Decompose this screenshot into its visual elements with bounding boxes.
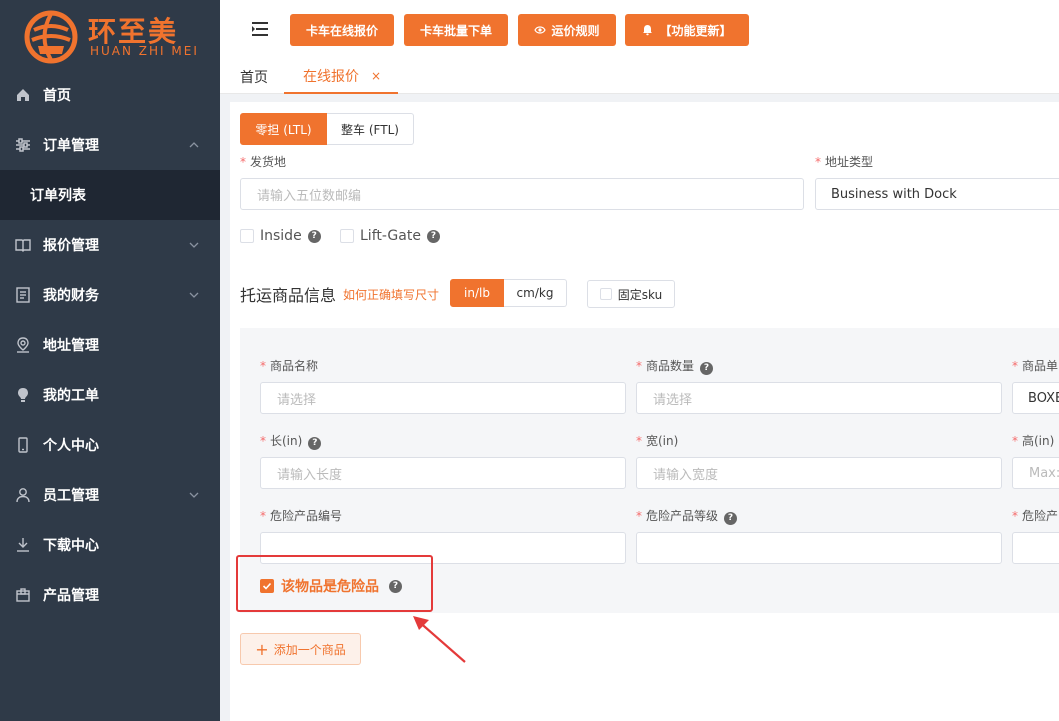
chevron-down-icon (189, 292, 199, 298)
goods-section-title: 托运商品信息 (240, 286, 337, 305)
goods-qty-label: * 商品数量? (636, 357, 714, 375)
sidebar-menu: 首页 订单管理 订单列表 报价管理 我的财务 地址管理 我的工单 个人中心 员工… (0, 70, 220, 620)
inside-checkbox[interactable]: Inside ? (240, 228, 321, 244)
goods-name-label: * 商品名称 (260, 359, 319, 373)
sidebar-item-label: 个人中心 (43, 438, 99, 454)
logo: 环至美 HUAN ZHI MEI (0, 0, 220, 70)
tab-home[interactable]: 首页 (240, 60, 268, 94)
user-icon (14, 486, 32, 504)
size-help-link[interactable]: 如何正确填写尺寸 (343, 286, 439, 303)
download-icon (14, 536, 32, 554)
quote-form: 零担 (LTL) 整车 (FTL) * 发货地 请输入五位数邮编 * 地址类型 Bu… (230, 102, 1059, 721)
sidebar-item-home[interactable]: 首页 (0, 70, 220, 120)
sidebar-item-products[interactable]: 产品管理 (0, 570, 220, 620)
fixed-sku-checkbox[interactable]: 固定sku (587, 280, 675, 308)
menu-toggle-icon[interactable] (252, 22, 268, 36)
sidebar: 环至美 HUAN ZHI MEI 首页 订单管理 订单列表 报价管理 我的财务 … (0, 0, 220, 721)
sidebar-item-label: 订单管理 (43, 138, 99, 154)
sidebar-item-staff[interactable]: 员工管理 (0, 470, 220, 520)
is-dangerous-checkbox[interactable]: 该物品是危险品 ? (260, 576, 402, 596)
sidebar-item-label: 地址管理 (43, 338, 99, 354)
address-type-label: * 地址类型 (815, 155, 874, 169)
unit-toggle: in/lb cm/kg (450, 279, 567, 307)
sidebar-item-label: 报价管理 (43, 238, 99, 254)
sidebar-item-label: 我的财务 (43, 288, 99, 304)
help-icon: ? (700, 361, 714, 375)
sidebar-item-label: 产品管理 (43, 588, 99, 604)
sidebar-item-finance[interactable]: 我的财务 (0, 270, 220, 320)
truck-online-quote-button[interactable]: 卡车在线报价 (290, 14, 394, 46)
phone-icon (14, 436, 32, 454)
goods-unit-label: * 商品单 (1012, 359, 1059, 373)
width-label: * 宽(in) (636, 434, 679, 448)
feature-update-button[interactable]: 【功能更新】 (625, 14, 749, 46)
chevron-up-icon (189, 142, 199, 148)
help-icon: ? (307, 229, 321, 243)
unit-in-lb-button[interactable]: in/lb (450, 279, 504, 307)
sliders-icon (14, 136, 32, 154)
eye-icon (534, 26, 547, 34)
bell-icon (643, 25, 653, 36)
close-icon[interactable]: × (371, 69, 381, 83)
page-tabs: 首页 在线报价 × (220, 60, 1059, 94)
chevron-down-icon (189, 242, 199, 248)
danger-code-label: * 危险产品编号 (260, 509, 343, 523)
danger-level-label: * 危险产品等级? (636, 507, 738, 525)
chevron-down-icon (189, 492, 199, 498)
freight-rules-button[interactable]: 运价规则 (518, 14, 616, 46)
arrow-annotation-icon (413, 616, 466, 663)
sidebar-item-profile[interactable]: 个人中心 (0, 420, 220, 470)
sidebar-item-label: 员工管理 (43, 488, 99, 504)
help-icon: ? (389, 579, 402, 593)
goods-qty-select[interactable]: 请选择 (636, 382, 1002, 414)
bulb-icon (14, 386, 32, 404)
liftgate-checkbox[interactable]: Lift-Gate ? (340, 228, 440, 244)
sidebar-item-orders[interactable]: 订单管理 (0, 120, 220, 170)
sidebar-item-label: 首页 (43, 88, 71, 104)
sidebar-item-downloads[interactable]: 下载中心 (0, 520, 220, 570)
globe-logo-icon (24, 10, 78, 64)
origin-zip-input[interactable]: 请输入五位数邮编 (240, 178, 804, 210)
goods-name-select[interactable]: 请选择 (260, 382, 626, 414)
address-type-select[interactable]: Business with Dock (815, 178, 1059, 210)
sidebar-item-label: 我的工单 (43, 388, 99, 404)
sidebar-item-quotes[interactable]: 报价管理 (0, 220, 220, 270)
unit-cm-kg-button[interactable]: cm/kg (504, 279, 567, 307)
width-input[interactable]: 请输入宽度 (636, 457, 1002, 489)
help-icon: ? (724, 511, 738, 525)
sidebar-item-label: 下载中心 (43, 538, 99, 554)
sidebar-item-address[interactable]: 地址管理 (0, 320, 220, 370)
add-item-button[interactable]: + 添加一个商品 (240, 633, 361, 665)
plus-icon: + (255, 639, 269, 659)
length-label: * 长(in)? (260, 432, 322, 450)
goods-unit-select[interactable]: BOXE (1012, 382, 1059, 414)
danger-other-input[interactable] (1012, 532, 1059, 564)
help-icon: ? (426, 229, 440, 243)
danger-level-input[interactable] (636, 532, 1002, 564)
length-input[interactable]: 请输入长度 (260, 457, 626, 489)
box-icon (14, 586, 32, 604)
danger-other-label: * 危险产 (1012, 509, 1059, 523)
truck-batch-order-button[interactable]: 卡车批量下单 (404, 14, 508, 46)
origin-label: * 发货地 (240, 155, 287, 169)
sidebar-item-order-list[interactable]: 订单列表 (0, 170, 220, 220)
shipping-mode-toggle: 零担 (LTL) 整车 (FTL) (240, 113, 414, 145)
height-input[interactable]: Max:S (1012, 457, 1059, 489)
brand-name-en: HUAN ZHI MEI (90, 44, 199, 58)
home-icon (14, 86, 32, 104)
location-icon (14, 336, 32, 354)
document-icon (14, 286, 32, 304)
mode-ftl-button[interactable]: 整车 (FTL) (327, 113, 414, 145)
height-label: * 高(in) (1012, 434, 1055, 448)
mode-ltl-button[interactable]: 零担 (LTL) (240, 113, 327, 145)
book-icon (14, 236, 32, 254)
tab-online-quote[interactable]: 在线报价 × (284, 60, 398, 94)
check-icon (260, 579, 274, 593)
help-icon: ? (308, 436, 322, 450)
top-header: 卡车在线报价 卡车批量下单 运价规则 【功能更新】 (220, 0, 1059, 60)
sidebar-item-tickets[interactable]: 我的工单 (0, 370, 220, 420)
